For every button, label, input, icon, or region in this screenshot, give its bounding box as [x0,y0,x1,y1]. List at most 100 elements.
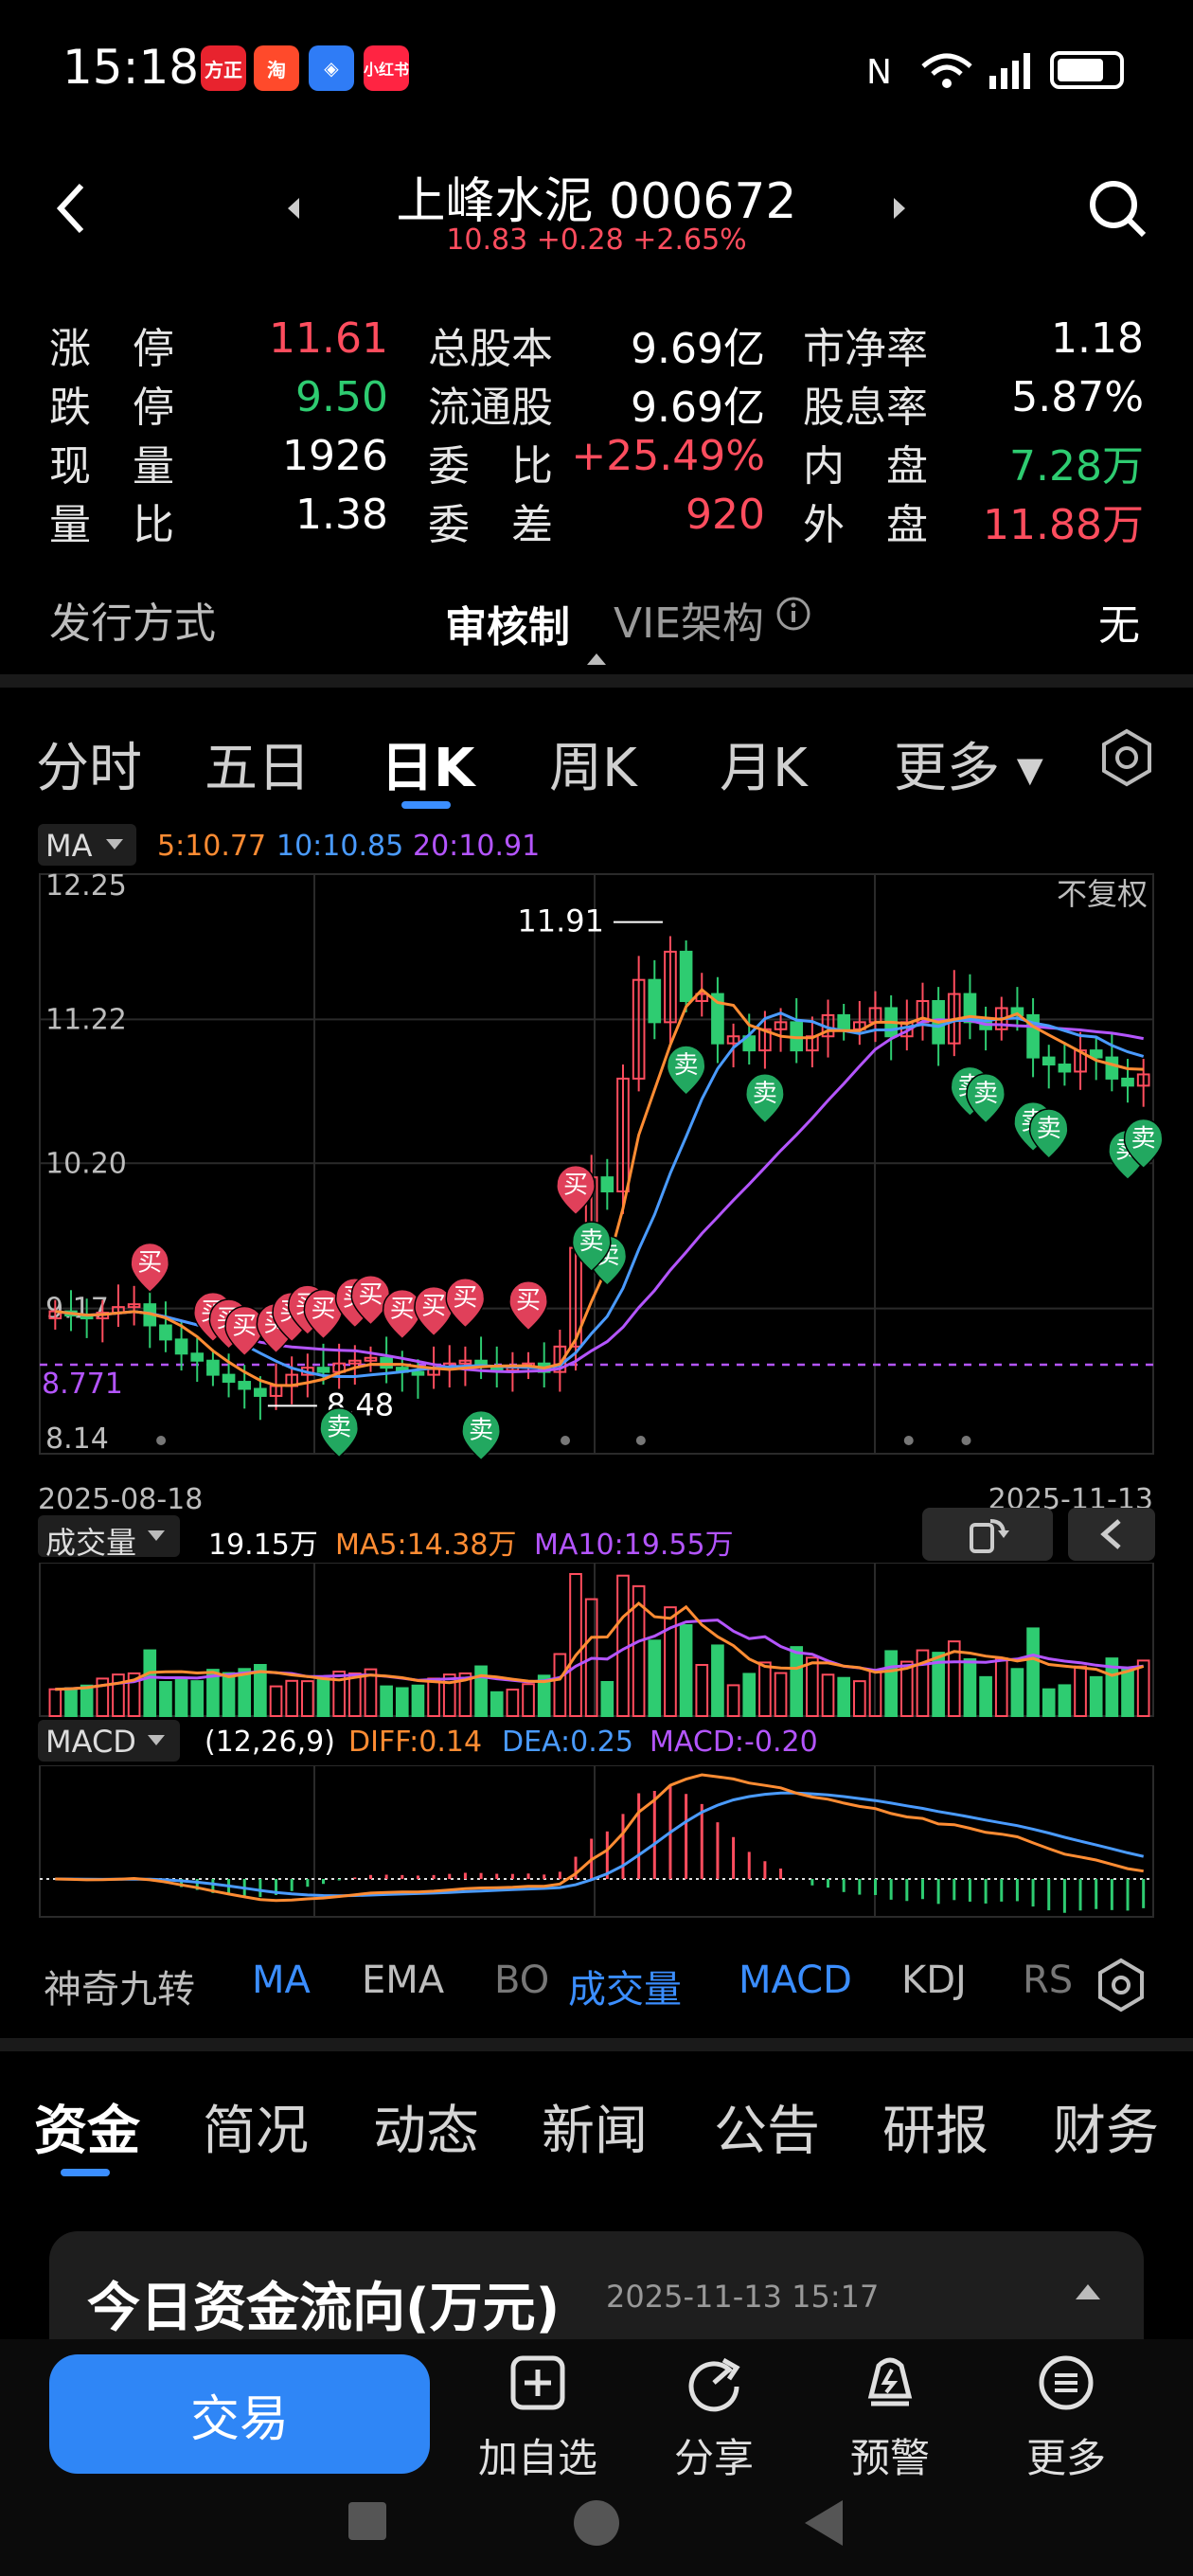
settings-hex-icon[interactable] [1098,727,1155,790]
volume-selector[interactable]: 成交量 [38,1515,180,1561]
chart-tab[interactable]: 分时 [36,725,142,802]
volume-bar [1074,1665,1087,1717]
svg-text:卖: 卖 [753,1080,777,1108]
volume-bar [427,1677,440,1717]
chart-tab[interactable]: 五日 [205,725,311,802]
quote-value: 1.38 [295,491,388,539]
svg-text:买: 买 [232,1312,257,1340]
chart-tab[interactable]: 日K [381,725,474,802]
info-tab[interactable]: 公告 [714,2088,820,2165]
sell-marker: 卖 [666,1045,706,1097]
info-tab[interactable]: 研报 [882,2088,988,2165]
indicator-tab[interactable]: 神奇九转 [44,1959,195,2013]
candle-body [1105,1056,1119,1080]
ref-price-label: 8.771 [42,1368,123,1401]
volume-bar [380,1685,393,1717]
indicator-tab[interactable]: MA [252,1959,311,2002]
volume-bar [679,1624,693,1717]
add-watchlist-button[interactable]: 加自选 [462,2352,614,2484]
buy-marker: 买 [130,1242,170,1294]
volume-bar [347,1672,362,1717]
stock-title: 上峰水泥 000672 [396,173,797,230]
info-tab[interactable]: 财务 [1053,2088,1159,2165]
quote-value: 7.28万 [1009,442,1144,491]
y-tick-label: 12.25 [45,869,127,903]
info-icon[interactable] [775,595,812,633]
indicator-tab[interactable]: 成交量 [568,1959,682,2013]
kline-chart[interactable]: 12.2511.2210.209.178.148.771不复权11.918.48… [0,867,1193,1530]
volume-bar [1042,1688,1056,1717]
status-time: 15:18 [62,40,200,95]
svg-text:卖: 卖 [1037,1115,1061,1143]
event-dot [635,1436,646,1445]
info-tab[interactable]: 新闻 [542,2088,648,2165]
candle-body [190,1352,205,1362]
macd-dea: DEA:0.25 [502,1726,633,1759]
quote-label: 跌 停 [49,384,174,432]
candle-body [837,1013,851,1030]
indicator-tab[interactable]: EMA [362,1959,444,2002]
indicator-tab[interactable]: KDJ [901,1959,967,2002]
share-icon [688,2357,740,2412]
y-tick-label: 8.14 [45,1422,109,1456]
buy-marker: 买 [445,1278,486,1329]
candle-body [174,1338,188,1355]
recent-apps-icon[interactable] [348,2502,386,2540]
alert-button[interactable]: 预警 [814,2352,966,2484]
add-box-icon [510,2355,565,2410]
app-icon-broker: 方正 [201,45,246,91]
indicator-tab[interactable]: BOLL [494,1959,553,2002]
volume-bar [506,1689,520,1718]
collapse-panel-button[interactable] [1068,1508,1155,1561]
quote-label: 涨 停 [49,325,174,373]
trade-button[interactable]: 交易 [49,2354,430,2474]
ma5-value: 5:10.77 [157,830,267,863]
more-button[interactable]: 更多 [990,2352,1142,2484]
quote-value: 11.88万 [983,501,1144,549]
volume-bar [522,1683,535,1718]
svg-text:卖: 卖 [674,1051,699,1080]
ma-selector[interactable]: MA [38,824,136,866]
chart-tab[interactable]: 周K [549,725,637,802]
rotate-button[interactable] [922,1508,1053,1561]
svg-text:买: 买 [311,1296,335,1324]
info-tab[interactable]: 动态 [373,2088,479,2165]
volume-ma10: MA10:19.55万 [534,1529,734,1562]
indicator-tab[interactable]: RSI [1023,1959,1076,2002]
collapse-caret-icon[interactable] [1074,2281,1102,2301]
volume-bar [979,1675,992,1717]
candle-body [159,1324,172,1341]
macd-params: (12,26,9) [205,1726,335,1759]
home-icon[interactable] [574,2500,619,2546]
candle-body [1058,1064,1072,1073]
rotate-icon [970,1519,1009,1553]
volume-bar [711,1644,724,1717]
candle-body [679,950,693,1003]
quote-value: 9.69亿 [631,384,765,432]
signal-icon [989,76,996,89]
volume-bar [395,1687,409,1717]
volume-bar [774,1672,788,1717]
volume-bar [1010,1668,1024,1717]
volume-bar [664,1606,677,1717]
indicator-settings-icon[interactable] [1093,1957,1149,2013]
fund-flow-title: 今日资金流向(万元) [87,2278,561,2339]
info-tab[interactable]: 资金 [34,2088,140,2165]
quote-value: 9.50 [295,373,388,421]
sell-marker: 卖 [1028,1108,1069,1160]
quote-label: 内 盘 [803,442,928,491]
back-triangle-icon[interactable] [801,2498,848,2548]
chart-tab[interactable]: 更多 ▾ [894,725,1043,802]
share-button[interactable]: 分享 [638,2352,790,2484]
macd-selector[interactable]: MACD [38,1720,180,1762]
chevron-left-icon [1100,1519,1121,1549]
event-dot [903,1436,914,1445]
info-tab[interactable]: 简况 [203,2088,309,2165]
volume-bar [1058,1684,1072,1718]
indicator-tab[interactable]: MACD [739,1959,852,2002]
quote-label: 流通股 [428,384,553,432]
chart-tab[interactable]: 月K [720,725,808,802]
dropdown-icon [148,1735,165,1745]
volume-bar [648,1639,662,1717]
collapse-caret-icon[interactable] [585,650,608,667]
